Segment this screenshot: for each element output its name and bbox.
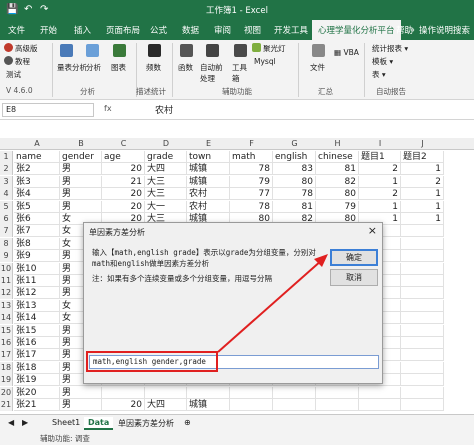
status-bar: 辅助功能: 调查: [0, 432, 474, 445]
annotation-arrow: [217, 254, 328, 353]
next-sheet-icon[interactable]: ▶: [18, 417, 32, 428]
status-text: 辅助功能: 调查: [40, 434, 90, 443]
sheet-tab-data[interactable]: Data: [84, 417, 114, 430]
add-sheet-icon[interactable]: ⊕: [180, 417, 195, 428]
arrow-line: [217, 259, 323, 353]
prev-sheet-icon[interactable]: ◀: [4, 417, 18, 428]
sheet-tabs: ◀ ▶ Sheet1 Data 单因素方差分析 ⊕: [0, 414, 474, 432]
sheet-tab-sheet1[interactable]: Sheet1: [48, 417, 84, 428]
sheet-tab-anova[interactable]: 单因素方差分析: [114, 417, 178, 430]
